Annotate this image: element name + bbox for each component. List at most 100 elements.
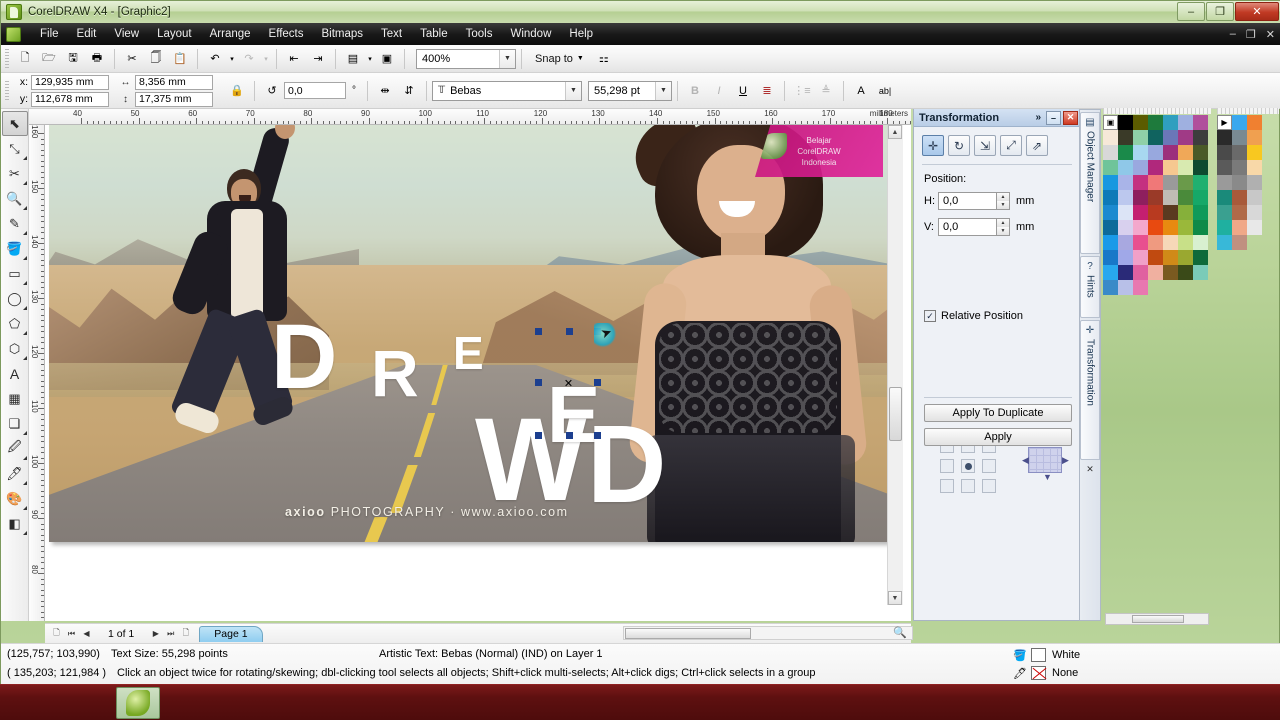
palette-swatch[interactable] (1118, 220, 1133, 235)
docker-collapse-icon[interactable]: » (1035, 112, 1041, 123)
palette-swatch[interactable] (1103, 265, 1118, 280)
anchor-center[interactable] (961, 459, 975, 473)
palette-swatch[interactable] (1232, 205, 1247, 220)
default-color-palette[interactable]: ▣ (1103, 115, 1208, 295)
palette-swatch[interactable] (1247, 145, 1262, 160)
palette-swatch[interactable] (1148, 175, 1163, 190)
palette-swatch[interactable] (1232, 115, 1247, 130)
flyout-arrow-icon[interactable] (22, 531, 27, 535)
paste-icon[interactable]: 📋 (168, 47, 192, 70)
palette-swatch[interactable] (1118, 235, 1133, 250)
apply-button[interactable]: Apply (924, 428, 1072, 446)
palette-swatch[interactable] (1133, 175, 1148, 190)
zoom-level-combo[interactable]: 400% ▼ (416, 48, 516, 69)
position-mode-button[interactable]: ✛ (922, 135, 944, 156)
flyout-arrow-icon[interactable] (22, 206, 27, 210)
redo-dropdown-icon[interactable]: ▾ (261, 47, 271, 70)
horizontal-scroll-thumb[interactable] (625, 628, 751, 639)
anchor-bottom-right[interactable] (982, 479, 996, 493)
palette-swatch[interactable] (1133, 130, 1148, 145)
palette-swatch[interactable] (1163, 205, 1178, 220)
palette-swatch[interactable] (1148, 130, 1163, 145)
font-size-combo[interactable]: 55,298 pt ▼ (588, 80, 672, 101)
size-mode-button[interactable]: ⤢ (1000, 135, 1022, 156)
vertical-ruler[interactable]: 160 150 140 130 120 110 100 90 80 (29, 125, 45, 621)
palette-swatch[interactable] (1103, 280, 1118, 295)
palette-swatch[interactable] (1193, 145, 1208, 160)
palette-swatch[interactable] (1217, 130, 1232, 145)
palette-swatch[interactable] (1148, 235, 1163, 250)
custom-color-palette[interactable]: ▶ (1217, 115, 1262, 250)
minimize-button[interactable]: – (1177, 2, 1205, 21)
export-icon[interactable]: ⇥ (306, 47, 330, 70)
corel-online-icon[interactable]: ▣ (375, 47, 399, 70)
fill-color-swatch[interactable] (1031, 648, 1046, 662)
palette-swatch[interactable] (1178, 190, 1193, 205)
palette-swatch[interactable] (1232, 175, 1247, 190)
palette-swatch[interactable] (1118, 115, 1133, 130)
copy-icon[interactable]: 🗍 (144, 47, 168, 70)
palette-no-color-swatch[interactable]: ▶ (1217, 115, 1232, 130)
v-position-input[interactable]: 0,0 ▲ ▼ (938, 218, 1010, 236)
palette-swatch[interactable] (1118, 265, 1133, 280)
palette-swatch[interactable] (1133, 145, 1148, 160)
flyout-arrow-icon[interactable] (22, 506, 27, 510)
relative-position-row[interactable]: ✓ Relative Position (924, 310, 1080, 322)
application-launcher-icon[interactable]: ▤ (341, 47, 365, 70)
eyedropper-tool[interactable]: 🖉 (2, 436, 28, 461)
property-bar-grip[interactable] (5, 80, 9, 101)
palette-swatch[interactable] (1232, 160, 1247, 175)
palette-swatch[interactable] (1193, 250, 1208, 265)
edit-text-icon[interactable]: ab| (873, 79, 897, 102)
palette-swatch[interactable] (1118, 280, 1133, 295)
palette-swatch[interactable] (1148, 205, 1163, 220)
save-icon[interactable]: 🖫 (61, 47, 85, 70)
palette-no-color-swatch[interactable]: ▣ (1103, 115, 1118, 130)
doc-close-button[interactable]: ✕ (1264, 28, 1277, 41)
new-icon[interactable]: 🗋 (13, 47, 37, 70)
selection-handle[interactable] (594, 379, 601, 386)
palette-swatch[interactable] (1193, 160, 1208, 175)
mirror-horizontal-icon[interactable]: ⇹ (373, 79, 397, 102)
width-input[interactable]: 8,356 mm (135, 74, 213, 90)
menu-effects[interactable]: Effects (260, 25, 313, 43)
palette-swatch[interactable] (1163, 160, 1178, 175)
bullet-list-icon[interactable]: ⋮≡ (790, 79, 814, 102)
drop-cap-icon[interactable]: ≜ (814, 79, 838, 102)
scale-mirror-mode-button[interactable]: ⇲ (974, 135, 996, 156)
palette-swatch[interactable] (1163, 175, 1178, 190)
pick-tool[interactable]: ⬉ (1, 111, 28, 136)
palette-swatch[interactable] (1247, 115, 1262, 130)
flyout-arrow-icon[interactable] (22, 156, 27, 160)
rotation-input[interactable]: 0,0 (284, 82, 346, 99)
last-page-button[interactable]: ⏭ (163, 626, 178, 641)
outline-none-swatch[interactable] (1031, 666, 1046, 680)
palette-swatch[interactable] (1178, 250, 1193, 265)
options-icon[interactable]: ⚏ (592, 47, 616, 70)
palette-swatch[interactable] (1118, 205, 1133, 220)
palette-swatch[interactable] (1178, 130, 1193, 145)
polygon-tool[interactable]: ⬠ (2, 311, 28, 336)
shape-tool[interactable]: ⤡ (2, 136, 28, 161)
interactive-fill-tool[interactable]: ◧ (2, 511, 28, 536)
palette-swatch[interactable] (1148, 145, 1163, 160)
palette-swatch[interactable] (1247, 175, 1262, 190)
close-button[interactable]: ✕ (1235, 2, 1279, 21)
outline-tool[interactable]: 🖊 (2, 461, 28, 486)
anchor-middle-right[interactable] (982, 459, 996, 473)
fill-tool[interactable]: 🎨 (2, 486, 28, 511)
palette-swatch[interactable] (1163, 130, 1178, 145)
palette-swatch[interactable] (1133, 160, 1148, 175)
flyout-arrow-icon[interactable] (22, 456, 27, 460)
palette-swatch[interactable] (1193, 220, 1208, 235)
relative-position-checkbox[interactable]: ✓ (924, 310, 936, 322)
flyout-arrow-icon[interactable] (22, 231, 27, 235)
text-align-icon[interactable]: ≣ (755, 79, 779, 102)
menu-layout[interactable]: Layout (148, 25, 201, 43)
palette-swatch[interactable] (1178, 220, 1193, 235)
wordmark-letter[interactable]: R (371, 340, 419, 406)
palette-swatch[interactable] (1193, 190, 1208, 205)
next-page-button[interactable]: ▶ (148, 626, 163, 641)
underline-icon[interactable]: U (731, 79, 755, 102)
menu-file[interactable]: File (31, 25, 68, 43)
